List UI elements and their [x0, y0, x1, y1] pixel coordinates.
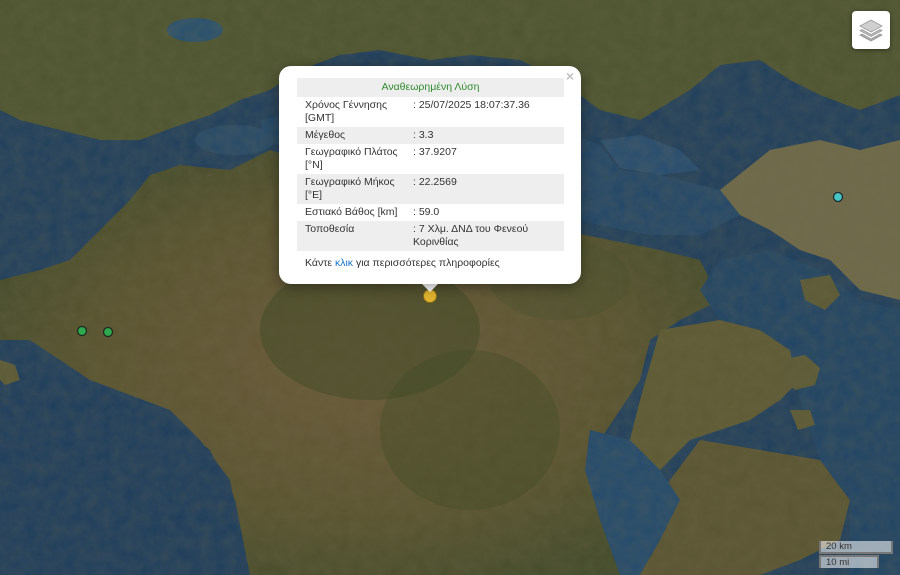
earthquake-details-table: Αναθεωρημένη Λύση Χρόνος Γέννησης [GMT]:… — [297, 78, 564, 251]
more-info-text: Κάντε κλικ για περισσότερες πληροφορίες — [305, 257, 500, 269]
earthquake-marker[interactable] — [102, 326, 114, 338]
scale-bar: 20 km 10 mi — [819, 541, 893, 568]
layers-control-button[interactable] — [852, 11, 890, 49]
scale-imperial: 10 mi — [819, 555, 879, 568]
detail-row-depth: Εστιακό Βάθος [km]: 59.0 — [305, 206, 440, 218]
earthquake-marker[interactable] — [832, 191, 844, 203]
detail-row-location: Τοποθεσία: 7 Χλμ. ΔΝΔ του Φενεού Κορινθί… — [297, 221, 564, 251]
detail-row-longitude: Γεωγραφικό Μήκος [°E]: 22.2569 — [297, 174, 564, 204]
detail-row-magnitude: Μέγεθος: 3.3 — [297, 127, 564, 144]
layers-icon — [859, 19, 883, 42]
mountain-ridge — [380, 350, 560, 510]
detail-row-latitude: Γεωγραφικό Πλάτος [°N]: 37.9207 — [305, 146, 457, 171]
popup-title: Αναθεωρημένη Λύση — [297, 78, 564, 97]
earthquake-marker[interactable] — [76, 325, 88, 337]
popup-close-button[interactable]: × — [566, 69, 574, 83]
detail-row-origin-time: Χρόνος Γέννησης [GMT]: 25/07/2025 18:07:… — [305, 99, 530, 124]
more-info-link[interactable]: κλικ — [335, 257, 353, 269]
scale-metric: 20 km — [819, 541, 893, 554]
earthquake-info-popup: × Αναθεωρημένη Λύση Χρόνος Γέννησης [GMT… — [279, 66, 581, 284]
